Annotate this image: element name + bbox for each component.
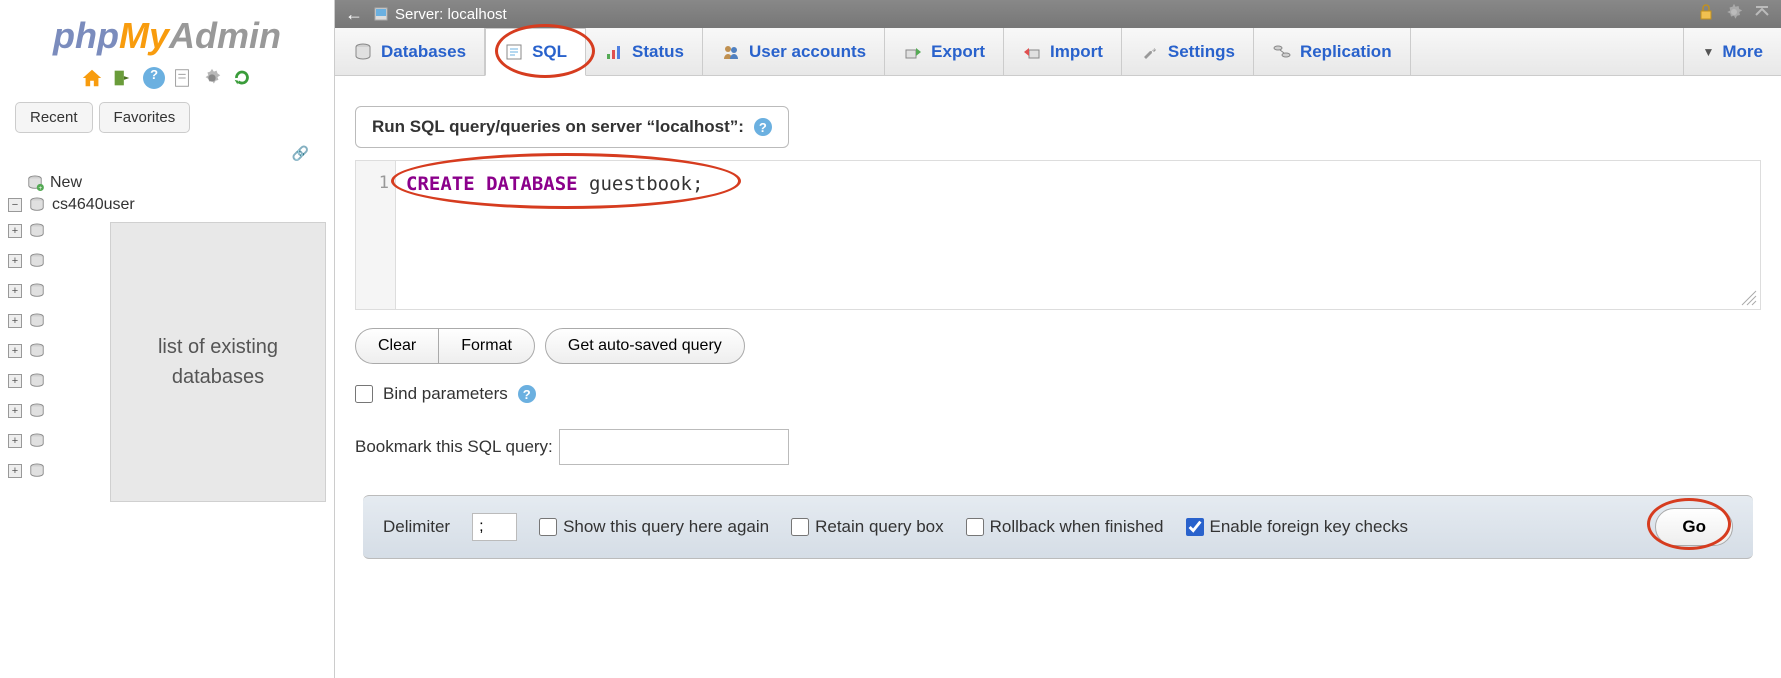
database-icon — [28, 433, 46, 449]
link-icon[interactable]: 🔗 — [292, 145, 309, 161]
footer-bar: Delimiter Show this query here again Ret… — [363, 495, 1753, 559]
export-icon — [903, 42, 923, 62]
help-icon[interactable]: ? — [518, 385, 536, 403]
tab-replication[interactable]: Replication — [1254, 28, 1411, 75]
top-tabs: Databases SQL Status User accounts Expor… — [335, 28, 1781, 76]
recent-tab[interactable]: Recent — [15, 102, 93, 133]
tab-export[interactable]: Export — [885, 28, 1004, 75]
docs-icon[interactable] — [171, 67, 193, 89]
breadcrumb-text[interactable]: Server: localhost — [395, 6, 507, 23]
tab-databases[interactable]: Databases — [335, 28, 485, 75]
go-button[interactable]: Go — [1655, 508, 1733, 546]
database-icon — [28, 197, 46, 213]
back-arrow-icon[interactable]: ← — [345, 4, 363, 25]
favorites-tab[interactable]: Favorites — [99, 102, 191, 133]
autosaved-button[interactable]: Get auto-saved query — [545, 328, 745, 364]
database-icon — [28, 403, 46, 419]
gear-icon[interactable] — [201, 67, 223, 89]
db-list-placeholder: list of existing databases — [110, 222, 326, 502]
tab-status[interactable]: Status — [586, 28, 703, 75]
lock-icon[interactable] — [1697, 3, 1715, 25]
chevron-down-icon: ▼ — [1702, 45, 1714, 59]
tab-settings[interactable]: Settings — [1122, 28, 1254, 75]
database-icon — [28, 463, 46, 479]
new-db-icon: + — [26, 175, 44, 191]
tree-expand-icon[interactable]: + — [8, 434, 22, 448]
show-again-label: Show this query here again — [563, 517, 769, 537]
tree-expand-icon[interactable]: + — [8, 344, 22, 358]
svg-text:+: + — [39, 185, 43, 191]
tab-user-accounts[interactable]: User accounts — [703, 28, 885, 75]
status-icon — [604, 42, 624, 62]
sql-code[interactable]: CREATE DATABASE guestbook; — [356, 161, 1760, 195]
rollback-label: Rollback when finished — [990, 517, 1164, 537]
db-tree: + New − cs4640user + + + + + + + + + — [0, 162, 334, 512]
main-area: ← Server: localhost Databases SQL Status — [335, 0, 1781, 678]
logo-php: php — [53, 15, 119, 56]
tree-expand-icon[interactable]: + — [8, 374, 22, 388]
help-icon[interactable]: ? — [754, 118, 772, 136]
settings-gear-icon[interactable] — [1725, 3, 1743, 25]
retain-checkbox[interactable] — [791, 518, 809, 536]
import-icon — [1022, 42, 1042, 62]
tree-expand-icon[interactable]: + — [8, 404, 22, 418]
phpmyadmin-logo[interactable]: phpMyAdmin — [0, 5, 334, 62]
wrench-icon — [1140, 42, 1160, 62]
fk-label: Enable foreign key checks — [1210, 517, 1408, 537]
database-icon — [28, 313, 46, 329]
fk-checkbox[interactable] — [1186, 518, 1204, 536]
logo-my: My — [119, 15, 169, 56]
logo-admin: Admin — [169, 15, 281, 56]
tree-new[interactable]: New — [48, 174, 82, 192]
sql-gutter: 1 — [356, 161, 396, 309]
sql-editor[interactable]: 1 CREATE DATABASE guestbook; — [355, 160, 1761, 310]
tree-collapse-icon[interactable]: − — [8, 198, 22, 212]
retain-label: Retain query box — [815, 517, 944, 537]
bind-params-checkbox[interactable] — [355, 385, 373, 403]
format-button[interactable]: Format — [438, 328, 535, 364]
database-icon — [28, 343, 46, 359]
database-icon — [28, 223, 46, 239]
tree-expand-icon[interactable]: + — [8, 314, 22, 328]
bind-params-label: Bind parameters — [383, 384, 508, 404]
users-icon — [721, 42, 741, 62]
delimiter-input[interactable] — [472, 513, 517, 541]
bookmark-label: Bookmark this SQL query: — [355, 437, 553, 457]
tree-db-cs4640user[interactable]: cs4640user — [50, 196, 135, 214]
tab-more[interactable]: ▼ More — [1683, 28, 1781, 75]
resize-handle-icon[interactable] — [1738, 287, 1758, 307]
tree-expand-icon[interactable]: + — [8, 464, 22, 478]
query-header: Run SQL query/queries on server “localho… — [355, 106, 789, 148]
clear-button[interactable]: Clear — [355, 328, 438, 364]
sidebar-quick-icons: ? — [0, 62, 334, 94]
bookmark-input[interactable] — [559, 429, 789, 465]
database-icon — [28, 253, 46, 269]
collapse-icon[interactable] — [1753, 3, 1771, 25]
home-icon[interactable] — [81, 67, 103, 89]
sidebar: phpMyAdmin ? Recent Favorites 🔗 + New − — [0, 0, 335, 678]
logout-icon[interactable] — [111, 67, 133, 89]
tree-expand-icon[interactable]: + — [8, 254, 22, 268]
database-icon — [28, 373, 46, 389]
show-again-checkbox[interactable] — [539, 518, 557, 536]
database-icon — [28, 283, 46, 299]
sql-icon — [504, 42, 524, 62]
replication-icon — [1272, 42, 1292, 62]
refresh-icon[interactable] — [231, 67, 253, 89]
tree-expand-icon[interactable]: + — [8, 224, 22, 238]
tab-import[interactable]: Import — [1004, 28, 1122, 75]
databases-icon — [353, 42, 373, 62]
delimiter-label: Delimiter — [383, 517, 450, 537]
tree-expand-icon[interactable]: + — [8, 284, 22, 298]
server-icon — [373, 6, 389, 22]
tab-sql[interactable]: SQL — [485, 28, 586, 76]
breadcrumb-bar: ← Server: localhost — [335, 0, 1781, 28]
rollback-checkbox[interactable] — [966, 518, 984, 536]
sql-text: guestbook; — [578, 173, 704, 195]
help-icon[interactable]: ? — [141, 67, 163, 89]
sql-keyword: CREATE DATABASE — [406, 173, 578, 195]
